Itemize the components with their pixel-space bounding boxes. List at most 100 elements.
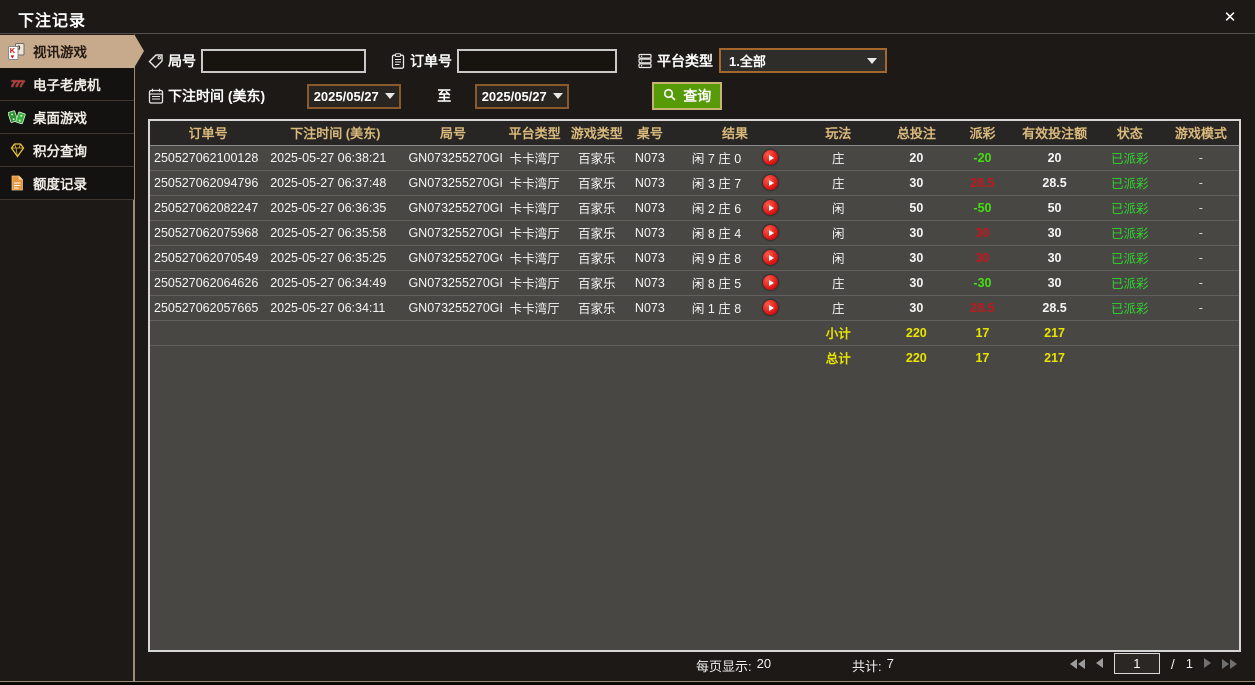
last-page-button[interactable]	[1222, 658, 1237, 669]
close-icon[interactable]: ✕	[1219, 8, 1241, 28]
cell-bet-time: 2025-05-27 06:36:35	[266, 194, 405, 220]
cell-payout: -30	[952, 269, 1013, 295]
cell-table-no: N073	[625, 194, 674, 220]
document-icon	[8, 175, 26, 191]
cell-game-mode: -	[1162, 269, 1239, 295]
grand-total-cell: 总计	[796, 344, 881, 370]
cell-game-type: 百家乐	[567, 244, 626, 270]
sidebar-item-slots[interactable]: 777 电子老虎机	[0, 68, 134, 101]
platform-type-select[interactable]: 1.全部	[719, 48, 887, 73]
cell-payout: 28.5	[952, 294, 1013, 320]
date-from-select[interactable]: 2025/05/27	[307, 83, 402, 109]
replay-button[interactable]	[763, 225, 779, 240]
cell-platform: 卡卡湾厅	[501, 294, 568, 320]
replay-button[interactable]	[763, 300, 779, 315]
cell-total-bet: 30	[880, 269, 953, 295]
cell-result: 闲 1 庄 8	[673, 294, 797, 320]
subtotal-cell	[404, 319, 502, 345]
total-count-value: 7	[886, 656, 894, 671]
cell-round-id: GN073255270GE	[404, 294, 502, 320]
pagination: 1 / 1	[1069, 653, 1237, 674]
result-text: 闲 8 庄 4	[691, 227, 742, 241]
next-page-button[interactable]	[1204, 656, 1211, 671]
page-number-input[interactable]: 1	[1113, 653, 1160, 674]
playing-cards-icon: 9 K ♥	[8, 42, 26, 60]
page-count: 1	[1185, 656, 1193, 671]
main-content: 局号 订单号 平台类型 1.全部 下注时间 (美东) 2025/05/27 至 …	[136, 35, 1255, 685]
sidebar: 9 K ♥ 视讯游戏 777 电子老虎机 桌面游戏 积分查询 额度记录	[0, 34, 144, 200]
cell-table-no: N073	[625, 269, 674, 295]
sidebar-item-video-games[interactable]: 9 K ♥ 视讯游戏	[0, 34, 144, 68]
betting-records-window: 下注记录 ✕ 9 K ♥ 视讯游戏 777 电子老虎机 桌面游戏 积分查询 额度…	[0, 0, 1255, 685]
subtotal-cell: 217	[1012, 319, 1097, 345]
cell-play: 闲	[796, 219, 881, 245]
cell-platform: 卡卡湾厅	[501, 244, 568, 270]
cell-platform: 卡卡湾厅	[501, 194, 568, 220]
table-row: 250527062094796 2025-05-27 06:37:48 GN0732…	[150, 169, 1239, 195]
subtotal-cell	[501, 319, 568, 345]
search-button[interactable]: 查询	[652, 82, 723, 110]
play-icon	[768, 254, 774, 261]
play-icon	[768, 279, 774, 286]
column-header: 玩法	[796, 121, 881, 145]
subtotal-cell: 17	[952, 319, 1013, 345]
replay-button[interactable]	[763, 175, 779, 190]
title-bar: 下注记录 ✕	[0, 0, 1255, 34]
cell-status: 已派彩	[1096, 294, 1163, 320]
order-id-input[interactable]	[457, 48, 617, 73]
calendar-icon	[148, 88, 164, 104]
date-to-label: 至	[437, 88, 452, 104]
grand-total-row: 总计 220 17 217	[150, 344, 1239, 370]
svg-text:♥: ♥	[11, 54, 15, 60]
total-count-label: 共计:	[852, 659, 882, 674]
column-header: 游戏模式	[1162, 121, 1239, 145]
cell-payout: 30	[952, 219, 1013, 245]
date-to-select[interactable]: 2025/05/27	[475, 83, 570, 109]
grand-total-cell	[673, 344, 797, 370]
cell-round-id: GN073255270GH	[404, 219, 502, 245]
first-page-button[interactable]	[1069, 658, 1085, 669]
cell-game-type: 百家乐	[567, 294, 626, 320]
replay-button[interactable]	[763, 275, 779, 290]
diamond-icon	[8, 142, 26, 158]
cell-valid-bet: 20	[1012, 144, 1097, 170]
replay-button[interactable]	[763, 250, 779, 265]
replay-button[interactable]	[763, 150, 779, 165]
slot-777-icon: 777	[10, 78, 25, 90]
cell-bet-time: 2025-05-27 06:35:58	[266, 219, 405, 245]
cell-order-id: 250527062100128	[150, 144, 267, 170]
cell-round-id: GN073255270GF	[404, 269, 502, 295]
bet-time-label: 下注时间 (美东)	[168, 88, 266, 104]
cell-order-id: 250527062064626	[150, 269, 267, 295]
sidebar-item-credit-records[interactable]: 额度记录	[0, 167, 134, 200]
platform-type-value: 1.全部	[729, 54, 766, 69]
subtotal-cell	[1096, 319, 1163, 345]
column-header: 下注时间 (美东)	[266, 121, 405, 145]
cell-order-id: 250527062082247	[150, 194, 267, 220]
cell-valid-bet: 28.5	[1012, 294, 1097, 320]
cell-game-type: 百家乐	[567, 144, 626, 170]
sidebar-item-points-query[interactable]: 积分查询	[0, 134, 134, 167]
cell-payout: -20	[952, 144, 1013, 170]
cell-play: 闲	[796, 244, 881, 270]
sidebar-item-label: 额度记录	[33, 177, 87, 192]
cell-payout: 30	[952, 244, 1013, 270]
grand-total-cell	[625, 344, 674, 370]
result-text: 闲 9 庄 8	[691, 252, 742, 266]
table-row: 250527062075968 2025-05-27 06:35:58 GN0732…	[150, 219, 1239, 245]
column-header: 总投注	[880, 121, 953, 145]
prev-page-button[interactable]	[1095, 656, 1103, 671]
round-id-input[interactable]	[201, 48, 366, 73]
sidebar-item-table-games[interactable]: 桌面游戏	[0, 101, 134, 134]
cell-order-id: 250527062070549	[150, 244, 267, 270]
cell-order-id: 250527062057665	[150, 294, 267, 320]
replay-button[interactable]	[763, 200, 779, 215]
subtotal-cell	[673, 319, 797, 345]
grand-total-cell	[1162, 344, 1239, 370]
grand-total-cell: 217	[1012, 344, 1097, 370]
cell-bet-time: 2025-05-27 06:38:21	[266, 144, 405, 170]
cell-platform: 卡卡湾厅	[501, 169, 568, 195]
cell-result: 闲 7 庄 0	[673, 144, 797, 170]
cell-total-bet: 20	[880, 144, 953, 170]
cell-valid-bet: 50	[1012, 194, 1097, 220]
